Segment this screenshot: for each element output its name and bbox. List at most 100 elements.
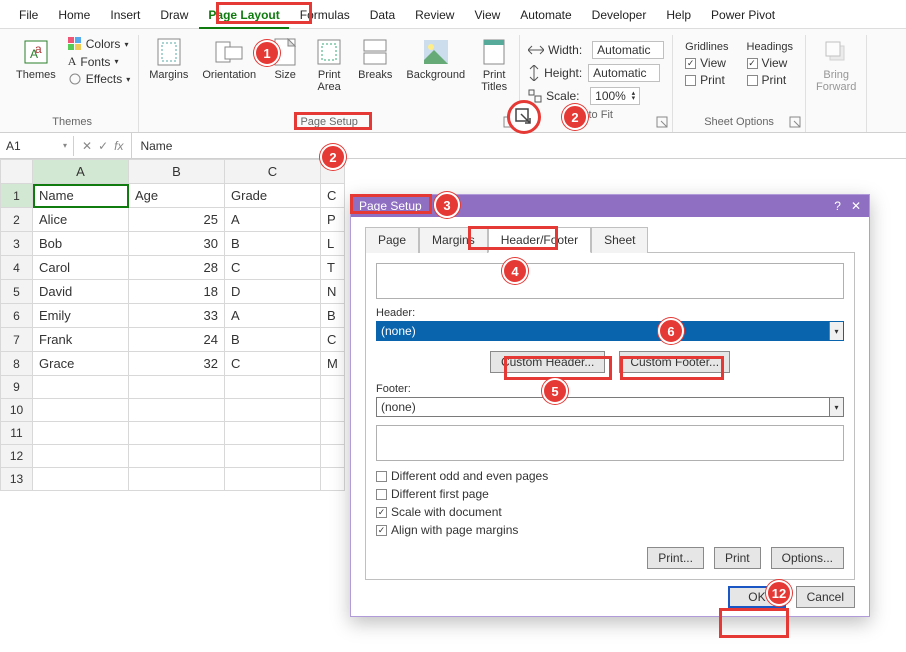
background-button[interactable]: Background <box>402 35 469 114</box>
tab-view[interactable]: View <box>465 4 509 28</box>
cancel-button[interactable]: Cancel <box>796 586 855 608</box>
breaks-button[interactable]: Breaks <box>354 35 396 114</box>
cell[interactable] <box>33 376 129 399</box>
close-icon[interactable]: ✕ <box>851 199 861 213</box>
row-head[interactable]: 11 <box>1 422 33 445</box>
cell[interactable] <box>129 445 225 468</box>
cell[interactable] <box>225 376 321 399</box>
colors-button[interactable]: Colors▾ <box>68 37 130 51</box>
sheet-options-launcher[interactable] <box>789 116 803 130</box>
tab-help[interactable]: Help <box>657 4 700 28</box>
cell[interactable]: B <box>225 232 321 256</box>
footer-dropdown[interactable]: (none)▾ <box>376 397 844 417</box>
cell[interactable] <box>225 468 321 491</box>
cell[interactable]: 25 <box>129 208 225 232</box>
cell[interactable]: 32 <box>129 352 225 376</box>
cell[interactable] <box>321 422 345 445</box>
row-head[interactable]: 4 <box>1 256 33 280</box>
print-area-button[interactable]: Print Area <box>310 35 348 114</box>
help-icon[interactable]: ? <box>834 199 841 213</box>
row-head[interactable]: 1 <box>1 184 33 208</box>
headings-view-check[interactable]: ✓View <box>747 56 788 70</box>
tab-home[interactable]: Home <box>49 4 99 28</box>
scale-spinner[interactable]: 100%▴▾ <box>590 87 640 105</box>
fonts-button[interactable]: AFonts▾ <box>68 54 130 69</box>
cell[interactable]: David <box>33 280 129 304</box>
cell[interactable]: Alice <box>33 208 129 232</box>
cell[interactable] <box>33 399 129 422</box>
custom-footer-button[interactable]: Custom Footer... <box>619 351 730 373</box>
cell[interactable] <box>321 468 345 491</box>
cell[interactable] <box>129 468 225 491</box>
dialog-tab-margins[interactable]: Margins <box>419 227 488 253</box>
cell[interactable] <box>33 445 129 468</box>
print-preview-button[interactable]: Print <box>714 547 761 569</box>
cell[interactable] <box>321 399 345 422</box>
row-head[interactable]: 10 <box>1 399 33 422</box>
cell[interactable]: D <box>225 280 321 304</box>
cell[interactable]: C <box>225 256 321 280</box>
cell[interactable]: T <box>321 256 345 280</box>
row-head[interactable]: 12 <box>1 445 33 468</box>
cell[interactable] <box>129 399 225 422</box>
print-button[interactable]: Print... <box>647 547 704 569</box>
cell[interactable]: 28 <box>129 256 225 280</box>
tab-review[interactable]: Review <box>406 4 463 28</box>
headings-print-check[interactable]: Print <box>747 73 787 87</box>
cell[interactable]: L <box>321 232 345 256</box>
cell[interactable]: Age <box>129 184 225 208</box>
cell[interactable] <box>321 445 345 468</box>
gridlines-view-check[interactable]: ✓View <box>685 56 726 70</box>
cell[interactable] <box>33 422 129 445</box>
cell[interactable]: 30 <box>129 232 225 256</box>
align-page-margins-check[interactable]: ✓Align with page margins <box>376 523 844 537</box>
cell[interactable]: Carol <box>33 256 129 280</box>
cell[interactable]: P <box>321 208 345 232</box>
gridlines-print-check[interactable]: Print <box>685 73 725 87</box>
effects-button[interactable]: Effects▾ <box>68 72 130 86</box>
orientation-button[interactable]: Orientation <box>198 35 260 114</box>
scale-with-doc-check[interactable]: ✓Scale with document <box>376 505 844 519</box>
cell[interactable]: C <box>321 184 345 208</box>
tab-power-pivot[interactable]: Power Pivot <box>702 4 784 28</box>
row-head[interactable]: 2 <box>1 208 33 232</box>
cell[interactable]: 33 <box>129 304 225 328</box>
formula-input[interactable]: Name <box>132 133 906 158</box>
cell[interactable] <box>33 468 129 491</box>
options-button[interactable]: Options... <box>771 547 844 569</box>
cell[interactable]: 18 <box>129 280 225 304</box>
height-dropdown[interactable]: Automatic <box>588 64 660 82</box>
fx-icon[interactable]: fx <box>114 139 123 153</box>
themes-button[interactable]: Aa Themes <box>12 35 60 114</box>
cell[interactable]: A <box>225 304 321 328</box>
cell[interactable] <box>225 445 321 468</box>
cell[interactable]: C <box>225 352 321 376</box>
cell[interactable]: Name <box>33 184 129 208</box>
scale-launcher[interactable] <box>656 116 670 130</box>
name-box[interactable]: A1▾ <box>0 136 74 156</box>
dialog-tab-sheet[interactable]: Sheet <box>591 227 648 253</box>
col-head-c[interactable]: C <box>225 160 321 184</box>
row-head[interactable]: 7 <box>1 328 33 352</box>
cell[interactable]: C <box>321 328 345 352</box>
row-head[interactable]: 13 <box>1 468 33 491</box>
header-dropdown[interactable]: (none)▾ <box>376 321 844 341</box>
tab-file[interactable]: File <box>10 4 47 28</box>
ok-button[interactable]: OK <box>728 586 785 608</box>
dialog-titlebar[interactable]: Page Setup ? ✕ <box>351 195 869 217</box>
margins-button[interactable]: Margins <box>145 35 192 114</box>
cell[interactable] <box>225 422 321 445</box>
tab-developer[interactable]: Developer <box>583 4 656 28</box>
cell[interactable] <box>129 376 225 399</box>
tab-insert[interactable]: Insert <box>101 4 149 28</box>
cell[interactable]: B <box>225 328 321 352</box>
bring-forward-button[interactable]: Bring Forward <box>812 35 860 114</box>
cell[interactable]: Grace <box>33 352 129 376</box>
custom-header-button[interactable]: Custom Header... <box>490 351 605 373</box>
cell[interactable]: B <box>321 304 345 328</box>
size-button[interactable]: Size <box>266 35 304 114</box>
row-head[interactable]: 9 <box>1 376 33 399</box>
row-head[interactable]: 6 <box>1 304 33 328</box>
dialog-tab-page[interactable]: Page <box>365 227 419 253</box>
row-head[interactable]: 3 <box>1 232 33 256</box>
